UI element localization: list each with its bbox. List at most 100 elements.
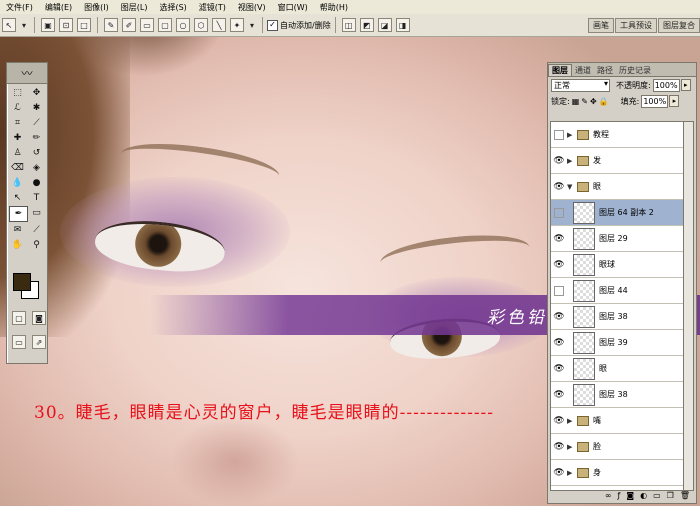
tool-preset-dropdown-icon[interactable]: ▾ bbox=[20, 18, 28, 32]
lasso-tool-icon[interactable]: ℒ bbox=[9, 101, 26, 115]
screen-mode-icon[interactable]: ▭ bbox=[12, 335, 26, 349]
menu-item-7[interactable]: 窗口(W) bbox=[272, 2, 314, 13]
visibility-eye-icon[interactable]: 👁 bbox=[551, 338, 567, 348]
adjustment-layer-icon[interactable]: ◐ bbox=[640, 491, 647, 500]
layer-row[interactable]: 👁 图层 38 bbox=[551, 304, 685, 330]
menu-item-3[interactable]: 图层(L) bbox=[115, 2, 154, 13]
layer-group-row[interactable]: 👁 ▶ 身 bbox=[551, 460, 685, 486]
healing-brush-icon[interactable]: ✚ bbox=[9, 131, 26, 145]
palette-well-tab-1[interactable]: 工具预设 bbox=[615, 18, 657, 33]
expanded-triangle-icon[interactable]: ▼ bbox=[567, 183, 575, 191]
opacity-input[interactable]: 100% bbox=[652, 78, 680, 92]
path-intersect-icon[interactable]: ◪ bbox=[377, 18, 392, 32]
menu-item-2[interactable]: 图像(I) bbox=[78, 2, 115, 13]
visibility-eye-icon[interactable]: 👁 bbox=[551, 468, 567, 478]
magic-wand-icon[interactable]: ✱ bbox=[28, 101, 45, 115]
lock-transparent-icon[interactable]: ▦ bbox=[572, 97, 580, 106]
visibility-eye-icon[interactable]: 👁 bbox=[551, 442, 567, 452]
visibility-eye-icon[interactable]: 👁 bbox=[551, 156, 567, 166]
path-select-icon[interactable]: ↖ bbox=[9, 191, 26, 205]
collapsed-triangle-icon[interactable]: ▶ bbox=[567, 131, 575, 139]
lock-position-icon[interactable]: ✥ bbox=[590, 97, 597, 106]
layer-row[interactable]: 图层 64 副本 2 bbox=[551, 200, 685, 226]
fill-slider-icon[interactable]: ▸ bbox=[669, 95, 680, 107]
visibility-eye-icon[interactable]: 👁 bbox=[551, 416, 567, 426]
visibility-eye-icon[interactable]: 👁 bbox=[551, 312, 567, 322]
visibility-eye-icon[interactable]: 👁 bbox=[551, 364, 567, 374]
visibility-eye-icon[interactable]: 👁 bbox=[551, 260, 567, 270]
toolbox-header[interactable]: 〰 bbox=[7, 63, 47, 84]
lock-image-icon[interactable]: ✎ bbox=[581, 97, 588, 106]
pen-tool-icon[interactable]: ✎ bbox=[104, 18, 118, 32]
path-add-icon[interactable]: ◫ bbox=[341, 18, 356, 32]
visibility-eye-icon[interactable]: 👁 bbox=[551, 234, 567, 244]
shape-tool-icon[interactable]: ▭ bbox=[28, 206, 45, 220]
shape-options-icon[interactable]: ▾ bbox=[248, 18, 256, 32]
slice-tool-icon[interactable]: ⟋ bbox=[28, 116, 45, 130]
layer-row[interactable]: 👁 图层 29 bbox=[551, 226, 685, 252]
jump-to-imageready-icon[interactable]: ⇗ bbox=[32, 335, 46, 349]
layers-scrollbar[interactable] bbox=[683, 121, 694, 491]
collapsed-triangle-icon[interactable]: ▶ bbox=[567, 157, 575, 165]
menu-item-5[interactable]: 滤镜(T) bbox=[193, 2, 232, 13]
fill-input[interactable]: 100% bbox=[641, 94, 669, 108]
menu-item-6[interactable]: 视图(V) bbox=[232, 2, 272, 13]
line-icon[interactable]: ╲ bbox=[212, 18, 226, 32]
auto-add-checkbox[interactable]: ✓ bbox=[267, 19, 278, 31]
crop-tool-icon[interactable]: ⌗ bbox=[9, 116, 26, 130]
layer-row[interactable]: 👁 眼 bbox=[551, 356, 685, 382]
polygon-icon[interactable]: ⬡ bbox=[194, 18, 208, 32]
collapsed-triangle-icon[interactable]: ▶ bbox=[567, 443, 575, 451]
palette-well-tab-2[interactable]: 图层复合 bbox=[658, 18, 700, 33]
layer-group-row[interactable]: 👁 ▶ 脸 bbox=[551, 434, 685, 460]
visibility-eye-icon[interactable]: 👁 bbox=[551, 182, 567, 192]
blur-tool-icon[interactable]: 💧 bbox=[9, 176, 26, 190]
menu-item-1[interactable]: 编辑(E) bbox=[39, 2, 78, 13]
new-group-icon[interactable]: ▭ bbox=[653, 491, 661, 500]
custom-shape-icon[interactable]: ✦ bbox=[230, 18, 244, 32]
dodge-tool-icon[interactable]: ● bbox=[28, 176, 45, 190]
blend-mode-select[interactable]: 正常 bbox=[551, 78, 610, 92]
layer-row[interactable]: 图层 44 bbox=[551, 278, 685, 304]
panel-tab-1[interactable]: 通道 bbox=[572, 65, 594, 76]
paths-icon[interactable]: ⊡ bbox=[59, 18, 73, 32]
visibility-eye-icon[interactable]: 👁 bbox=[551, 390, 567, 400]
panel-tab-0[interactable]: 图层 bbox=[548, 64, 572, 76]
eyedropper-icon[interactable]: ⟋ bbox=[28, 223, 45, 237]
panel-tab-2[interactable]: 路径 bbox=[594, 65, 616, 76]
layer-group-row[interactable]: ▶ 教程 bbox=[551, 122, 685, 148]
new-layer-icon[interactable]: ❐ bbox=[667, 491, 674, 500]
layer-mask-icon[interactable]: ◙ bbox=[626, 491, 634, 500]
panel-tab-3[interactable]: 历史记录 bbox=[616, 65, 654, 76]
ellipse-icon[interactable]: ○ bbox=[176, 18, 190, 32]
layer-row[interactable]: 👁 图层 38 bbox=[551, 382, 685, 408]
lock-all-icon[interactable]: 🔒 bbox=[599, 97, 609, 106]
layer-group-row[interactable]: 👁 ▶ 嘴 bbox=[551, 408, 685, 434]
clone-stamp-icon[interactable]: ♙ bbox=[9, 146, 26, 160]
shape-layers-icon[interactable]: ▣ bbox=[41, 18, 55, 32]
collapsed-triangle-icon[interactable]: ▶ bbox=[567, 469, 575, 477]
opacity-slider-icon[interactable]: ▸ bbox=[680, 79, 691, 91]
layer-group-row[interactable]: 👁 ▼ 眼 bbox=[551, 174, 685, 200]
palette-well-tab-0[interactable]: 画笔 bbox=[588, 18, 614, 33]
brush-tool-icon[interactable]: ✏ bbox=[28, 131, 45, 145]
fill-pixels-icon[interactable]: □ bbox=[77, 18, 91, 32]
link-layers-icon[interactable]: ∞ bbox=[605, 491, 612, 500]
menu-item-0[interactable]: 文件(F) bbox=[0, 2, 39, 13]
zoom-tool-icon[interactable]: ⚲ bbox=[28, 238, 45, 252]
rectangle-icon[interactable]: ▭ bbox=[140, 18, 154, 32]
notes-tool-icon[interactable]: ✉ bbox=[9, 223, 26, 237]
paint-bucket-icon[interactable]: ◈ bbox=[28, 161, 45, 175]
standard-mode-icon[interactable]: ▢ bbox=[12, 311, 26, 325]
collapsed-triangle-icon[interactable]: ▶ bbox=[567, 417, 575, 425]
freeform-pen-icon[interactable]: ✐ bbox=[122, 18, 136, 32]
visibility-eye-icon[interactable] bbox=[551, 286, 567, 296]
visibility-eye-icon[interactable] bbox=[551, 130, 567, 140]
marquee-tool-icon[interactable]: ⬚ bbox=[9, 86, 26, 100]
eraser-tool-icon[interactable]: ⌫ bbox=[9, 161, 26, 175]
delete-layer-icon[interactable]: 🗑 bbox=[680, 491, 690, 500]
layer-style-icon[interactable]: ƒ bbox=[618, 491, 621, 500]
history-brush-icon[interactable]: ↺ bbox=[28, 146, 45, 160]
tool-preset-picker[interactable]: ↖ bbox=[2, 18, 16, 32]
pen-tool-icon[interactable]: ✒ bbox=[9, 206, 28, 222]
